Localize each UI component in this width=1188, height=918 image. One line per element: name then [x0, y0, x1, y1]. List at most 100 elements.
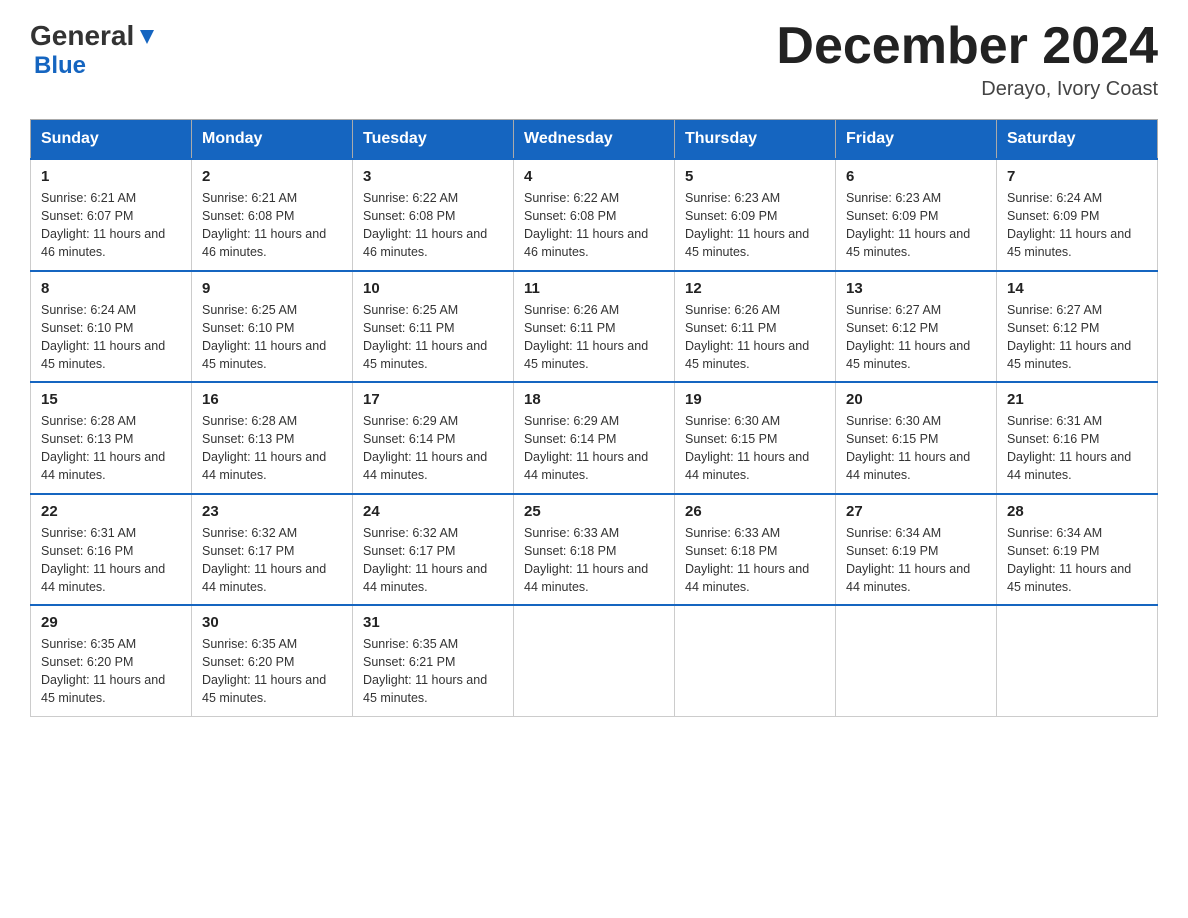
calendar-cell: [997, 605, 1158, 716]
day-number: 25: [524, 503, 664, 520]
day-number: 29: [41, 614, 181, 631]
day-info: Sunrise: 6:31 AM Sunset: 6:16 PM Dayligh…: [41, 524, 181, 597]
day-info: Sunrise: 6:26 AM Sunset: 6:11 PM Dayligh…: [685, 301, 825, 374]
day-info: Sunrise: 6:22 AM Sunset: 6:08 PM Dayligh…: [524, 189, 664, 262]
calendar-cell: 9 Sunrise: 6:25 AM Sunset: 6:10 PM Daylig…: [192, 271, 353, 383]
calendar-cell: 3 Sunrise: 6:22 AM Sunset: 6:08 PM Daylig…: [353, 159, 514, 271]
day-info: Sunrise: 6:25 AM Sunset: 6:10 PM Dayligh…: [202, 301, 342, 374]
weekday-header-wednesday: Wednesday: [514, 120, 675, 160]
day-info: Sunrise: 6:34 AM Sunset: 6:19 PM Dayligh…: [1007, 524, 1147, 597]
calendar-week-row: 29 Sunrise: 6:35 AM Sunset: 6:20 PM Dayli…: [31, 605, 1158, 716]
calendar-cell: 17 Sunrise: 6:29 AM Sunset: 6:14 PM Dayli…: [353, 382, 514, 494]
logo: General Blue: [30, 20, 158, 80]
day-number: 3: [363, 168, 503, 185]
calendar-cell: 6 Sunrise: 6:23 AM Sunset: 6:09 PM Daylig…: [836, 159, 997, 271]
day-number: 30: [202, 614, 342, 631]
day-info: Sunrise: 6:24 AM Sunset: 6:09 PM Dayligh…: [1007, 189, 1147, 262]
calendar-cell: 29Sunrise: 6:35 AM Sunset: 6:20 PM Dayli…: [31, 605, 192, 716]
calendar-cell: 19 Sunrise: 6:30 AM Sunset: 6:15 PM Dayli…: [675, 382, 836, 494]
calendar-cell: 8 Sunrise: 6:24 AM Sunset: 6:10 PM Daylig…: [31, 271, 192, 383]
day-number: 8: [41, 280, 181, 297]
calendar-cell: 11 Sunrise: 6:26 AM Sunset: 6:11 PM Dayli…: [514, 271, 675, 383]
calendar-cell: 1 Sunrise: 6:21 AM Sunset: 6:07 PM Daylig…: [31, 159, 192, 271]
day-info: Sunrise: 6:30 AM Sunset: 6:15 PM Dayligh…: [685, 412, 825, 485]
day-info: Sunrise: 6:29 AM Sunset: 6:14 PM Dayligh…: [363, 412, 503, 485]
calendar-cell: 10Sunrise: 6:25 AM Sunset: 6:11 PM Dayli…: [353, 271, 514, 383]
day-number: 9: [202, 280, 342, 297]
day-number: 6: [846, 168, 986, 185]
calendar-cell: 12 Sunrise: 6:26 AM Sunset: 6:11 PM Dayli…: [675, 271, 836, 383]
day-info: Sunrise: 6:23 AM Sunset: 6:09 PM Dayligh…: [846, 189, 986, 262]
calendar-cell: 25Sunrise: 6:33 AM Sunset: 6:18 PM Dayli…: [514, 494, 675, 606]
day-number: 20: [846, 391, 986, 408]
day-info: Sunrise: 6:32 AM Sunset: 6:17 PM Dayligh…: [363, 524, 503, 597]
day-number: 4: [524, 168, 664, 185]
day-info: Sunrise: 6:31 AM Sunset: 6:16 PM Dayligh…: [1007, 412, 1147, 485]
weekday-header-row: SundayMondayTuesdayWednesdayThursdayFrid…: [31, 120, 1158, 160]
day-number: 12: [685, 280, 825, 297]
day-info: Sunrise: 6:32 AM Sunset: 6:17 PM Dayligh…: [202, 524, 342, 597]
day-number: 18: [524, 391, 664, 408]
weekday-header-tuesday: Tuesday: [353, 120, 514, 160]
day-number: 7: [1007, 168, 1147, 185]
day-number: 26: [685, 503, 825, 520]
day-info: Sunrise: 6:35 AM Sunset: 6:21 PM Dayligh…: [363, 635, 503, 708]
day-info: Sunrise: 6:28 AM Sunset: 6:13 PM Dayligh…: [41, 412, 181, 485]
day-info: Sunrise: 6:21 AM Sunset: 6:08 PM Dayligh…: [202, 189, 342, 262]
day-info: Sunrise: 6:30 AM Sunset: 6:15 PM Dayligh…: [846, 412, 986, 485]
day-info: Sunrise: 6:33 AM Sunset: 6:18 PM Dayligh…: [685, 524, 825, 597]
logo-blue-text: Blue: [34, 52, 86, 79]
day-info: Sunrise: 6:23 AM Sunset: 6:09 PM Dayligh…: [685, 189, 825, 262]
calendar-cell: 2 Sunrise: 6:21 AM Sunset: 6:08 PM Daylig…: [192, 159, 353, 271]
calendar-table: SundayMondayTuesdayWednesdayThursdayFrid…: [30, 119, 1158, 717]
calendar-cell: [675, 605, 836, 716]
day-number: 21: [1007, 391, 1147, 408]
day-info: Sunrise: 6:22 AM Sunset: 6:08 PM Dayligh…: [363, 189, 503, 262]
calendar-cell: 18 Sunrise: 6:29 AM Sunset: 6:14 PM Dayli…: [514, 382, 675, 494]
day-number: 5: [685, 168, 825, 185]
day-number: 15: [41, 391, 181, 408]
day-info: Sunrise: 6:29 AM Sunset: 6:14 PM Dayligh…: [524, 412, 664, 485]
day-number: 17: [363, 391, 503, 408]
day-number: 1: [41, 168, 181, 185]
calendar-cell: 4 Sunrise: 6:22 AM Sunset: 6:08 PM Daylig…: [514, 159, 675, 271]
day-number: 27: [846, 503, 986, 520]
calendar-cell: 26 Sunrise: 6:33 AM Sunset: 6:18 PM Dayli…: [675, 494, 836, 606]
day-number: 11: [524, 280, 664, 297]
page-header: General Blue December 2024 Derayo, Ivory…: [30, 20, 1158, 101]
day-number: 19: [685, 391, 825, 408]
calendar-cell: 7 Sunrise: 6:24 AM Sunset: 6:09 PM Daylig…: [997, 159, 1158, 271]
day-info: Sunrise: 6:27 AM Sunset: 6:12 PM Dayligh…: [846, 301, 986, 374]
calendar-cell: [514, 605, 675, 716]
calendar-week-row: 15 Sunrise: 6:28 AM Sunset: 6:13 PM Dayli…: [31, 382, 1158, 494]
calendar-week-row: 22Sunrise: 6:31 AM Sunset: 6:16 PM Dayli…: [31, 494, 1158, 606]
day-number: 13: [846, 280, 986, 297]
day-info: Sunrise: 6:24 AM Sunset: 6:10 PM Dayligh…: [41, 301, 181, 374]
day-number: 2: [202, 168, 342, 185]
calendar-cell: 14Sunrise: 6:27 AM Sunset: 6:12 PM Dayli…: [997, 271, 1158, 383]
calendar-cell: [836, 605, 997, 716]
logo-arrow-icon: [136, 26, 158, 48]
calendar-cell: 23 Sunrise: 6:32 AM Sunset: 6:17 PM Dayli…: [192, 494, 353, 606]
logo-general-text: General: [30, 20, 134, 52]
day-number: 24: [363, 503, 503, 520]
calendar-cell: 13 Sunrise: 6:27 AM Sunset: 6:12 PM Dayli…: [836, 271, 997, 383]
day-number: 28: [1007, 503, 1147, 520]
day-info: Sunrise: 6:26 AM Sunset: 6:11 PM Dayligh…: [524, 301, 664, 374]
day-info: Sunrise: 6:28 AM Sunset: 6:13 PM Dayligh…: [202, 412, 342, 485]
calendar-cell: 28 Sunrise: 6:34 AM Sunset: 6:19 PM Dayli…: [997, 494, 1158, 606]
day-info: Sunrise: 6:35 AM Sunset: 6:20 PM Dayligh…: [202, 635, 342, 708]
calendar-cell: 30 Sunrise: 6:35 AM Sunset: 6:20 PM Dayli…: [192, 605, 353, 716]
day-number: 23: [202, 503, 342, 520]
calendar-cell: 21 Sunrise: 6:31 AM Sunset: 6:16 PM Dayli…: [997, 382, 1158, 494]
header-right: December 2024 Derayo, Ivory Coast: [776, 20, 1158, 101]
day-info: Sunrise: 6:21 AM Sunset: 6:07 PM Dayligh…: [41, 189, 181, 262]
day-info: Sunrise: 6:34 AM Sunset: 6:19 PM Dayligh…: [846, 524, 986, 597]
day-number: 16: [202, 391, 342, 408]
weekday-header-monday: Monday: [192, 120, 353, 160]
calendar-week-row: 1 Sunrise: 6:21 AM Sunset: 6:07 PM Daylig…: [31, 159, 1158, 271]
calendar-week-row: 8 Sunrise: 6:24 AM Sunset: 6:10 PM Daylig…: [31, 271, 1158, 383]
weekday-header-friday: Friday: [836, 120, 997, 160]
calendar-cell: 16 Sunrise: 6:28 AM Sunset: 6:13 PM Dayli…: [192, 382, 353, 494]
day-info: Sunrise: 6:25 AM Sunset: 6:11 PM Dayligh…: [363, 301, 503, 374]
